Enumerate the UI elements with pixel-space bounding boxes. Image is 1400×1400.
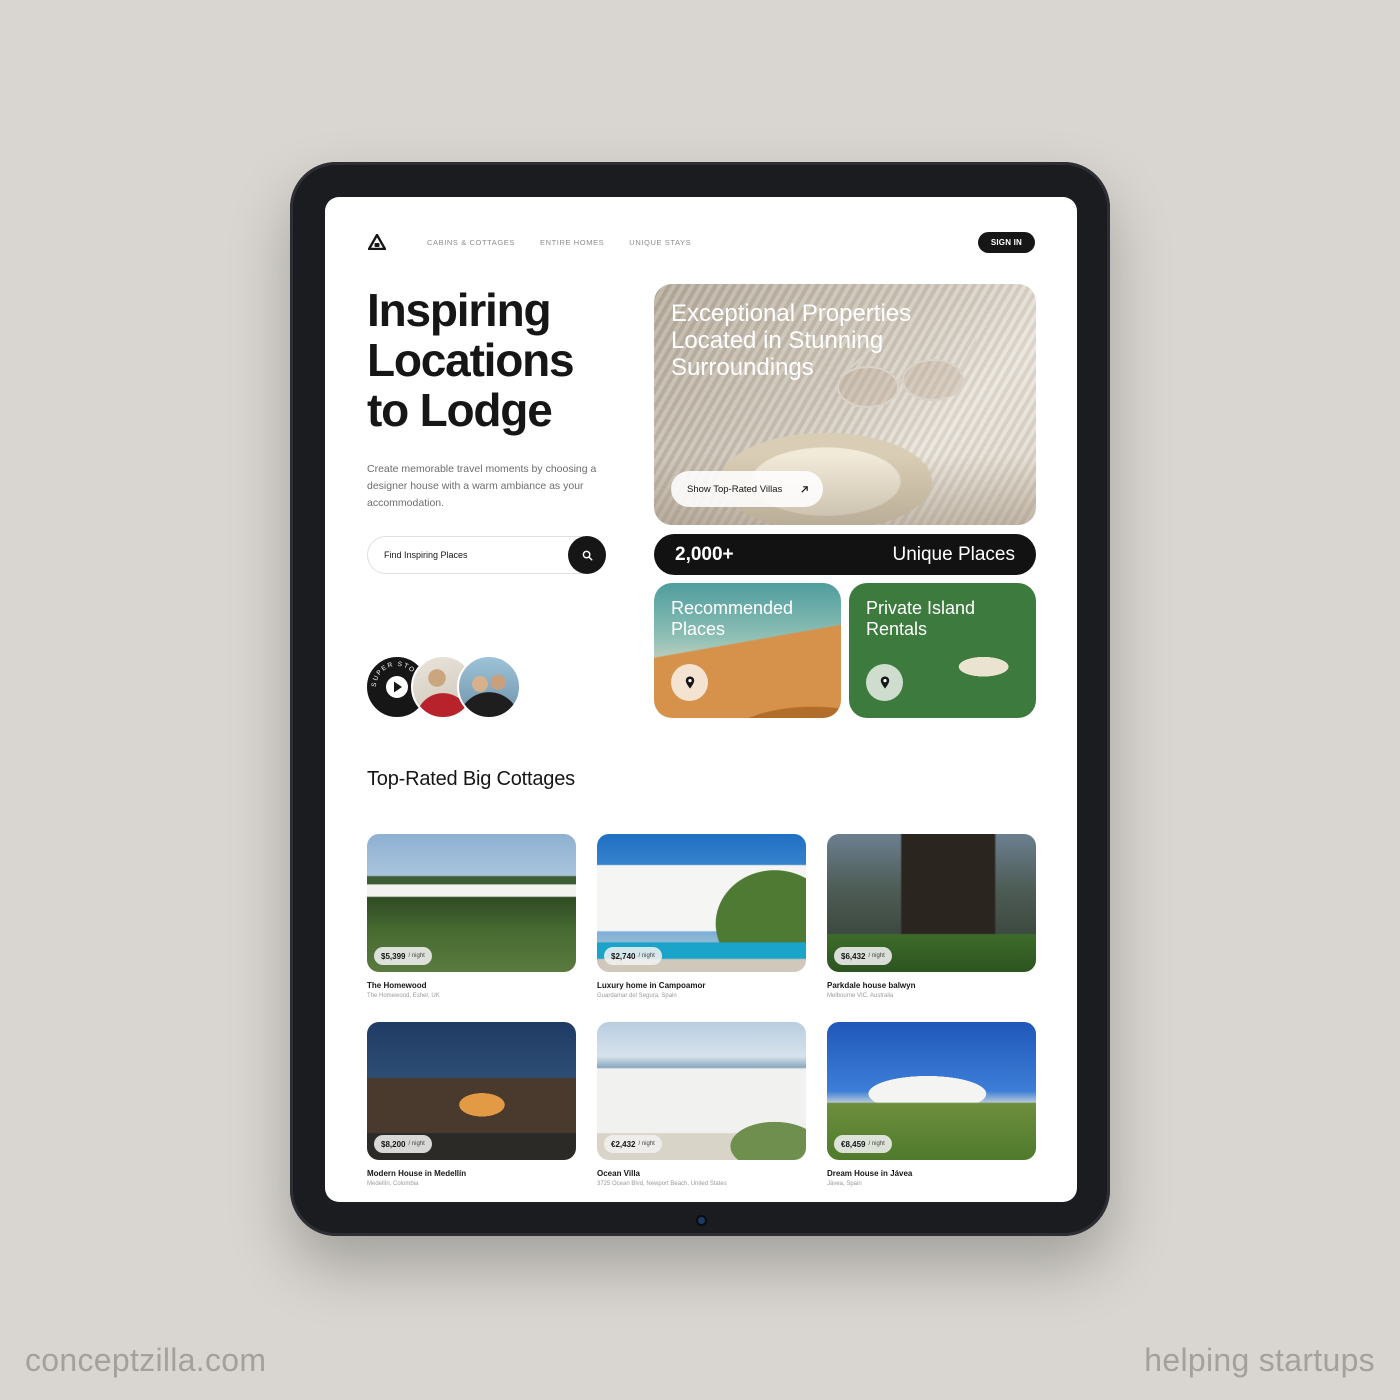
map-pin-icon	[685, 676, 694, 689]
price-value: $6,432	[841, 951, 866, 961]
listing-card[interactable]: $8,200/ night Modern House in Medellín M…	[367, 1022, 576, 1197]
price-badge: €8,459/ night	[834, 1135, 892, 1153]
home-logo-icon[interactable]	[367, 232, 387, 252]
listing-photo: $5,399/ night	[367, 834, 576, 972]
listing-name: Luxury home in Campoamor	[597, 981, 706, 990]
section-title: Top-Rated Big Cottages	[367, 768, 575, 790]
price-badge: $2,740/ night	[604, 947, 662, 965]
hero-title: Inspiring Locations to Lodge	[367, 285, 647, 435]
button-label: Show Top-Rated Villas	[687, 483, 783, 495]
listing-card[interactable]: $6,432/ night Parkdale house balwyn Melb…	[827, 834, 1036, 1009]
screen: CABINS & COTTAGES ENTIRE HOMES UNIQUE ST…	[325, 197, 1077, 1202]
featured-title: Exceptional Properties Located in Stunni…	[671, 300, 912, 381]
private-island-rentals-card[interactable]: Private Island Rentals	[849, 583, 1036, 718]
hero-subtitle: Create memorable travel moments by choos…	[367, 463, 597, 509]
search-icon	[582, 550, 592, 560]
card-title: Private Island Rentals	[866, 598, 976, 639]
nav-links: CABINS & COTTAGES ENTIRE HOMES UNIQUE ST…	[427, 238, 691, 247]
listing-location: The Homewood, Esher, UK	[367, 993, 440, 999]
listing-photo: $6,432/ night	[827, 834, 1036, 972]
price-badge: $8,200/ night	[374, 1135, 432, 1153]
price-value: €2,432	[611, 1139, 636, 1149]
listing-card[interactable]: $5,399/ night The Homewood The Homewood,…	[367, 834, 576, 1009]
listing-photo: $8,200/ night	[367, 1022, 576, 1160]
price-badge: €2,432/ night	[604, 1135, 662, 1153]
listing-name: Modern House in Medellín	[367, 1169, 467, 1178]
listing-photo: €2,432/ night	[597, 1022, 806, 1160]
listing-name: Dream House in Jávea	[827, 1169, 913, 1178]
stat-label: Unique Places	[892, 543, 1015, 565]
sign-in-button[interactable]: SIGN IN	[977, 231, 1035, 253]
price-badge: $5,399/ night	[374, 947, 432, 965]
avatar[interactable]	[457, 655, 521, 719]
footer-right-text: helping startups	[1144, 1342, 1375, 1378]
recommended-places-card[interactable]: Recommended Places	[654, 583, 841, 718]
nav-link-cabins[interactable]: CABINS & COTTAGES	[427, 238, 515, 247]
price-unit: / night	[868, 953, 885, 959]
price-value: $8,200	[381, 1139, 406, 1149]
hero-title-line: to Lodge	[367, 384, 553, 436]
price-unit: / night	[638, 953, 655, 959]
listing-photo: €8,459/ night	[827, 1022, 1036, 1160]
price-unit: / night	[638, 1141, 655, 1147]
price-unit: / night	[408, 1141, 425, 1147]
listing-name: Ocean Villa	[597, 1169, 640, 1178]
listing-name: Parkdale house balwyn	[827, 981, 916, 990]
map-pin-icon	[880, 676, 889, 689]
show-top-rated-villas-button[interactable]: Show Top-Rated Villas	[671, 471, 824, 507]
listing-name: The Homewood	[367, 981, 427, 990]
featured-card[interactable]: Exceptional Properties Located in Stunni…	[654, 284, 1036, 525]
search-button[interactable]	[568, 536, 606, 574]
price-value: €8,459	[841, 1139, 866, 1149]
listing-location: Guardamar del Segura, Spain	[597, 993, 677, 999]
listing-location: Jávea, Spain	[827, 1181, 862, 1187]
price-value: $5,399	[381, 951, 406, 961]
top-nav: CABINS & COTTAGES ENTIRE HOMES UNIQUE ST…	[367, 231, 1035, 253]
price-badge: $6,432/ night	[834, 947, 892, 965]
nav-link-unique-stays[interactable]: UNIQUE STAYS	[629, 238, 691, 247]
map-pin-button[interactable]	[866, 664, 903, 701]
footer-left-text: conceptzilla.com	[25, 1342, 267, 1378]
price-value: $2,740	[611, 951, 636, 961]
price-unit: / night	[868, 1141, 885, 1147]
listing-card[interactable]: €8,459/ night Dream House in Jávea Jávea…	[827, 1022, 1036, 1197]
hero-title-line: Locations	[367, 334, 575, 386]
map-pin-button[interactable]	[671, 664, 708, 701]
camera-dot	[698, 1217, 705, 1224]
search-bar	[367, 536, 606, 574]
listings-grid: $5,399/ night The Homewood The Homewood,…	[367, 834, 1036, 1197]
listing-location: Melbourne VIC, Australia	[827, 993, 894, 999]
search-input[interactable]	[384, 550, 568, 560]
unique-places-stat: 2,000+ Unique Places	[654, 534, 1036, 575]
arrow-up-right-icon	[801, 485, 809, 493]
hero-title-line: Inspiring	[367, 284, 552, 336]
stat-number: 2,000+	[675, 543, 734, 565]
price-unit: / night	[408, 953, 425, 959]
card-title: Recommended Places	[671, 598, 794, 639]
listing-location: 3725 Ocean Blvd, Newport Beach, United S…	[597, 1181, 727, 1187]
listing-card[interactable]: $2,740/ night Luxury home in Campoamor G…	[597, 834, 806, 1009]
stories-group: SUPER STORIES	[365, 655, 525, 721]
listing-card[interactable]: €2,432/ night Ocean Villa 3725 Ocean Blv…	[597, 1022, 806, 1197]
nav-link-entire-homes[interactable]: ENTIRE HOMES	[540, 238, 604, 247]
listing-location: Medellín, Colombia	[367, 1181, 419, 1187]
tablet-frame: CABINS & COTTAGES ENTIRE HOMES UNIQUE ST…	[290, 162, 1110, 1236]
listing-photo: $2,740/ night	[597, 834, 806, 972]
